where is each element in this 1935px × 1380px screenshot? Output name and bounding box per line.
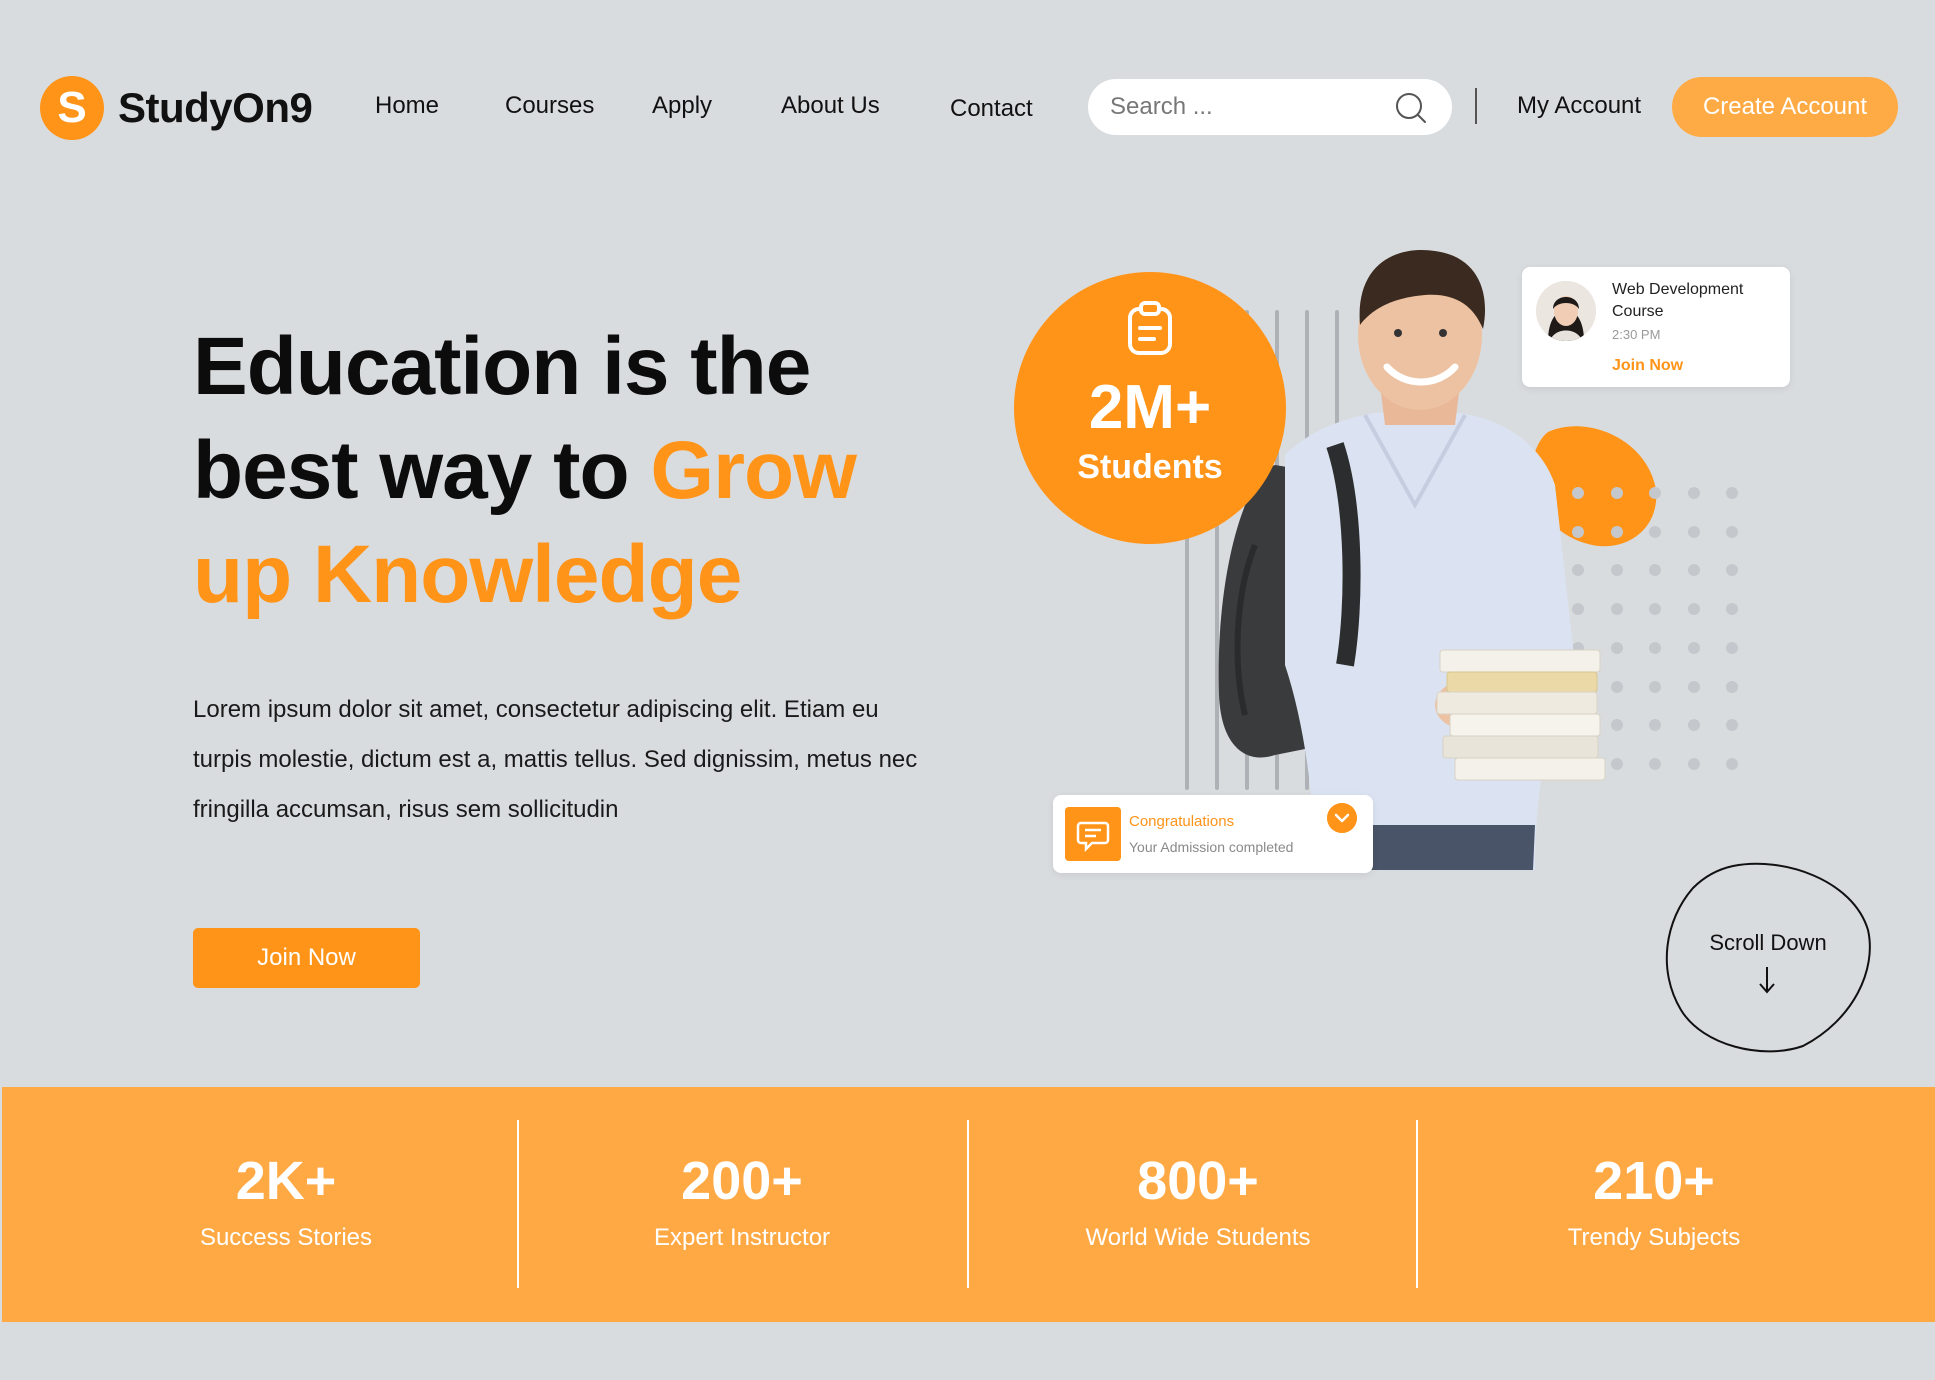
logo-mark: S (40, 76, 104, 140)
hero-title-line1: Education is the (193, 321, 811, 412)
scroll-down-label: Scroll Down (1709, 930, 1827, 955)
stat-label: Success Stories (199, 1224, 373, 1251)
course-time: 2:30 PM (1612, 327, 1661, 342)
admission-notification-card: Congratulations Your Admission completed (1053, 795, 1373, 873)
decor-dot (1687, 564, 1700, 577)
decor-dot (1687, 641, 1700, 654)
stat-divider (1416, 1120, 1418, 1288)
decor-dot (1687, 487, 1700, 499)
stat-label: Trendy Subjects (1567, 1224, 1741, 1251)
create-account-button[interactable]: Create Account (1672, 77, 1898, 137)
scroll-down-button[interactable]: Scroll Down (1663, 860, 1873, 1055)
stat-success-stories: 2K+ Success Stories (126, 1087, 446, 1322)
students-count-badge: 2M+ Students (1014, 272, 1286, 544)
chat-icon (1065, 807, 1121, 861)
brand-logo[interactable]: S StudyOn9 (40, 76, 313, 140)
decor-dot (1687, 719, 1700, 732)
scroll-down-outline (1665, 862, 1871, 1053)
nav-link-home[interactable]: Home (375, 92, 439, 120)
nav-link-courses[interactable]: Courses (505, 92, 594, 120)
stat-label: Expert Instructor (653, 1224, 831, 1251)
stat-value: 210+ (1593, 1151, 1715, 1211)
nav-divider (1475, 88, 1477, 124)
stat-world-wide-students: 800+ World Wide Students (1038, 1087, 1358, 1322)
my-account-link[interactable]: My Account (1517, 92, 1641, 120)
avatar (1536, 281, 1596, 341)
stat-label: World Wide Students (1085, 1224, 1311, 1251)
stat-value: 200+ (681, 1151, 803, 1211)
decor-dot (1726, 564, 1738, 577)
top-nav: S StudyOn9 Home Courses Apply About Us C… (0, 0, 1935, 215)
decor-dot (1726, 757, 1738, 770)
hero-title-line2: best way to (193, 425, 651, 516)
decor-dot (1726, 641, 1738, 654)
stat-trendy-subjects: 210+ Trendy Subjects (1494, 1087, 1814, 1322)
search-icon[interactable] (1394, 91, 1428, 125)
stat-divider (517, 1120, 519, 1288)
students-label: Students (1077, 448, 1223, 486)
students-count: 2M+ (1088, 373, 1212, 442)
decor-dot (1687, 757, 1700, 770)
search-input[interactable] (1110, 89, 1380, 125)
hero-title-accent-knowledge: up Knowledge (193, 529, 742, 620)
nav-link-about-us[interactable]: About Us (781, 92, 880, 120)
decor-dot (1726, 487, 1738, 499)
join-now-button[interactable]: Join Now (193, 928, 420, 988)
decor-dot (1726, 719, 1738, 732)
stats-bar: 2K+ Success Stories 200+ Expert Instruct… (2, 1087, 1935, 1322)
course-title: Web Development Course (1612, 281, 1744, 320)
hero-description: Lorem ipsum dolor sit amet, consectetur … (193, 696, 918, 823)
decor-dot (1726, 680, 1738, 693)
decor-dot (1687, 603, 1700, 616)
stat-value: 2K+ (235, 1151, 337, 1211)
stat-value: 800+ (1137, 1151, 1259, 1211)
decor-dot (1726, 603, 1738, 616)
nav-link-contact[interactable]: Contact (950, 95, 1033, 123)
arrow-down-icon (1759, 967, 1775, 994)
course-join-link[interactable]: Join Now (1612, 357, 1683, 375)
congrats-subtitle: Your Admission completed (1129, 839, 1294, 855)
decor-dot (1687, 525, 1700, 538)
search-box (1088, 79, 1452, 135)
brand-name: StudyOn9 (118, 84, 313, 131)
hero-title: Education is the best way to Grow up Kno… (193, 315, 953, 627)
decor-dot (1726, 525, 1738, 538)
congrats-title: Congratulations (1129, 813, 1235, 830)
hero-title-accent-grow: Grow (650, 425, 857, 516)
decor-dot (1687, 680, 1700, 693)
stat-divider (967, 1120, 969, 1288)
course-notification-card: Web Development Course 2:30 PM Join Now (1522, 267, 1790, 387)
chevron-down-icon[interactable] (1327, 803, 1357, 833)
stat-expert-instructor: 200+ Expert Instructor (582, 1087, 902, 1322)
nav-link-apply[interactable]: Apply (652, 92, 712, 120)
clipboard-icon (1128, 301, 1172, 355)
